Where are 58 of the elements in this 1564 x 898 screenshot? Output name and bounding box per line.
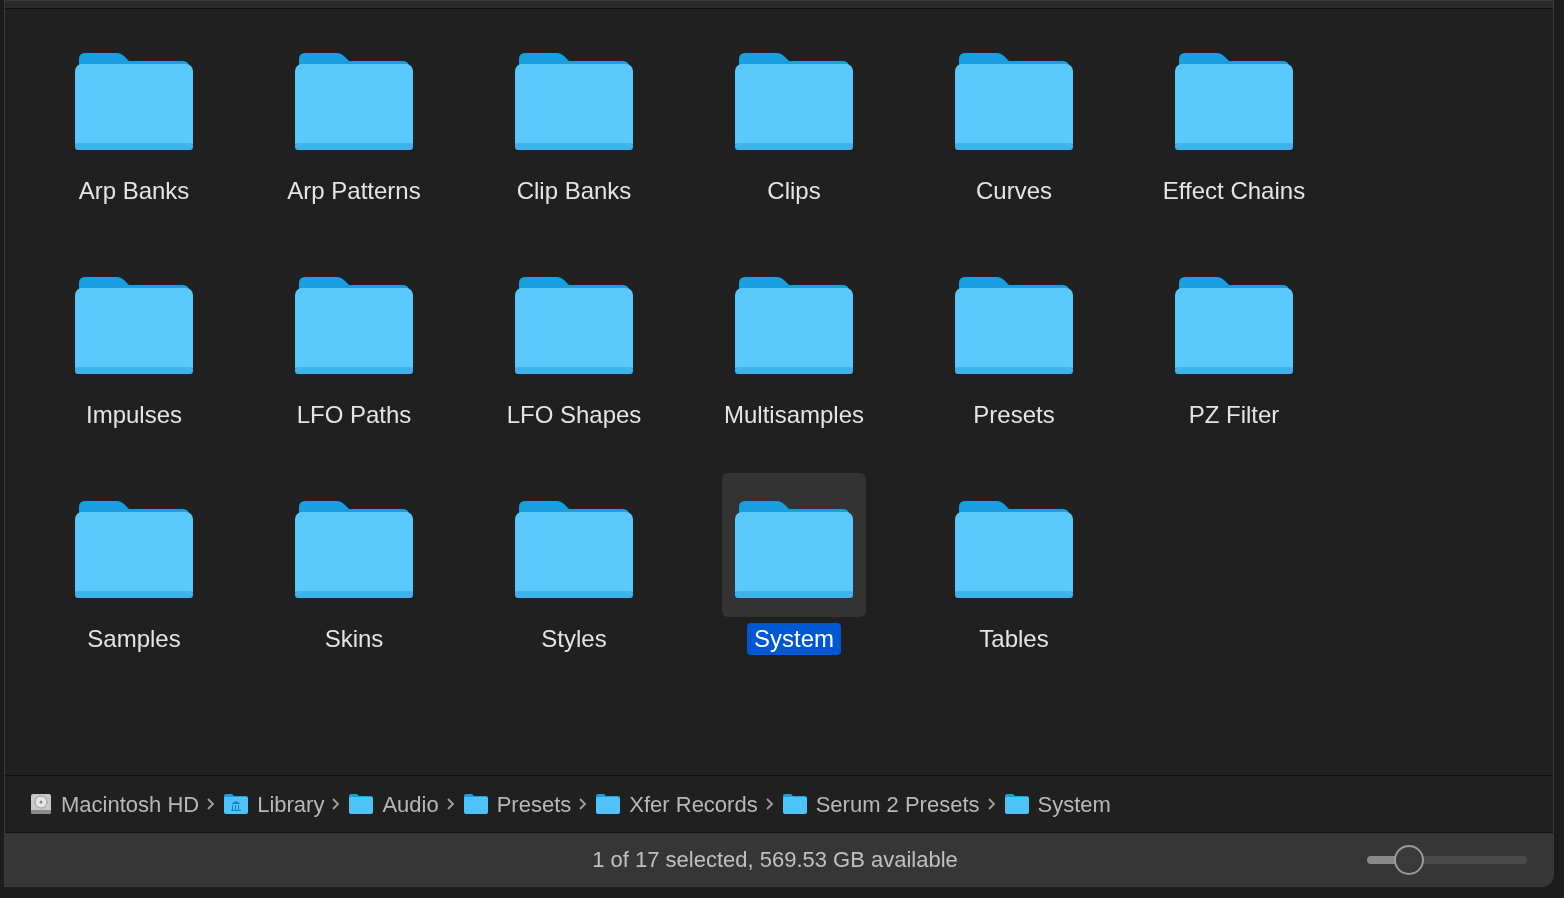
folder-name[interactable]: Effect Chains (1155, 175, 1313, 207)
folder-name[interactable]: Multisamples (716, 399, 871, 431)
folder-icon (348, 793, 375, 815)
folder-name[interactable]: PZ Filter (1181, 399, 1287, 431)
icon-size-slider[interactable] (1367, 844, 1527, 875)
folder-name[interactable]: Arp Patterns (280, 175, 428, 207)
folder-icon (515, 499, 633, 599)
path-item[interactable]: Presets (462, 787, 572, 821)
path-item[interactable]: Xfer Records (595, 787, 758, 821)
folder-icon (735, 275, 853, 375)
folder-icon (595, 793, 622, 815)
folder-icon (75, 51, 193, 151)
folder-icon (295, 275, 413, 375)
folder-name[interactable]: Curves (969, 175, 1059, 207)
path-item[interactable]: Audio (348, 787, 439, 821)
folder-icon (1003, 793, 1030, 815)
folder-icon (1175, 275, 1293, 375)
folder-name[interactable]: Samples (80, 623, 188, 655)
chevron-right-icon (987, 798, 996, 810)
hard-drive-icon (29, 792, 53, 816)
folder-icon (955, 275, 1073, 375)
folder-name[interactable]: Skins (317, 623, 391, 655)
folder-name[interactable]: Presets (966, 399, 1062, 431)
folder-item[interactable] (722, 473, 866, 617)
folder-icon (735, 51, 853, 151)
chevron-right-icon (207, 798, 216, 810)
folder-name[interactable]: Styles (534, 623, 614, 655)
path-item[interactable]: Serum 2 Presets (781, 787, 980, 821)
folder-icon (735, 499, 853, 599)
folder-icon (781, 793, 808, 815)
chevron-right-icon (332, 798, 341, 810)
folder-icon (295, 51, 413, 151)
folder-name[interactable]: Clips (760, 175, 828, 207)
folder-name[interactable]: Clip Banks (509, 175, 639, 207)
folder-icon (515, 275, 633, 375)
folder-icon (75, 275, 193, 375)
folder-icon (295, 499, 413, 599)
folder-name[interactable]: Tables (972, 623, 1056, 655)
path-item[interactable]: Macintosh HD (29, 787, 200, 821)
path-item[interactable]: System (1003, 787, 1111, 821)
folder-name[interactable]: LFO Shapes (499, 399, 649, 431)
folder-icon (515, 51, 633, 151)
folder-icon (462, 793, 489, 815)
chevron-right-icon (446, 798, 455, 810)
status-text: 1 of 17 selected, 569.53 GB available (591, 846, 959, 874)
folder-icon (75, 499, 193, 599)
folder-icon (1175, 51, 1293, 151)
folder-icon (955, 499, 1073, 599)
folder-icon (955, 51, 1073, 151)
folder-icon (223, 793, 250, 815)
folder-name[interactable]: Arp Banks (71, 175, 197, 207)
slider-thumb[interactable] (1393, 844, 1424, 875)
chevron-right-icon (765, 798, 774, 810)
folder-name[interactable]: Impulses (78, 399, 189, 431)
path-item[interactable]: Library (223, 787, 325, 821)
folder-name[interactable]: System (747, 623, 841, 655)
chevron-right-icon (579, 798, 588, 810)
folder-name[interactable]: LFO Paths (289, 399, 419, 431)
